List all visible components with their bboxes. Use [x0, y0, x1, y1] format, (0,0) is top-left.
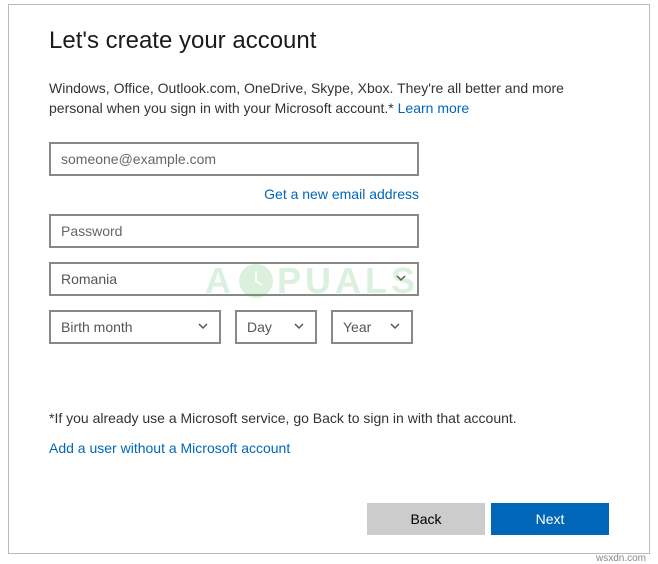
next-button[interactable]: Next	[491, 503, 609, 535]
footnote-text: *If you already use a Microsoft service,…	[49, 410, 609, 426]
birth-day-value: Day	[247, 319, 272, 335]
country-value: Romania	[61, 271, 117, 287]
description-body: Windows, Office, Outlook.com, OneDrive, …	[49, 80, 564, 116]
chevron-down-icon	[395, 272, 407, 287]
form-area: Get a new email address Romania Birth mo…	[49, 142, 419, 358]
chevron-down-icon	[197, 320, 209, 335]
country-select[interactable]: Romania	[49, 262, 419, 296]
learn-more-link[interactable]: Learn more	[398, 100, 470, 116]
get-email-row: Get a new email address	[49, 176, 419, 214]
birth-year-value: Year	[343, 319, 371, 335]
get-new-email-link[interactable]: Get a new email address	[264, 186, 419, 202]
birth-day-select[interactable]: Day	[235, 310, 317, 344]
birthdate-row: Birth month Day Year	[49, 310, 419, 358]
birth-year-select[interactable]: Year	[331, 310, 413, 344]
birth-month-select[interactable]: Birth month	[49, 310, 221, 344]
back-button[interactable]: Back	[367, 503, 485, 535]
description-text: Windows, Office, Outlook.com, OneDrive, …	[49, 79, 609, 118]
add-user-without-ms-link[interactable]: Add a user without a Microsoft account	[49, 440, 290, 456]
chevron-down-icon	[293, 320, 305, 335]
birth-month-value: Birth month	[61, 319, 133, 335]
password-field[interactable]	[49, 214, 419, 248]
page-title: Let's create your account	[49, 27, 609, 55]
attribution-text: wsxdn.com	[596, 553, 646, 564]
create-account-dialog: Let's create your account Windows, Offic…	[8, 4, 650, 554]
button-row: Back Next	[367, 503, 609, 535]
email-field[interactable]	[49, 142, 419, 176]
chevron-down-icon	[389, 320, 401, 335]
